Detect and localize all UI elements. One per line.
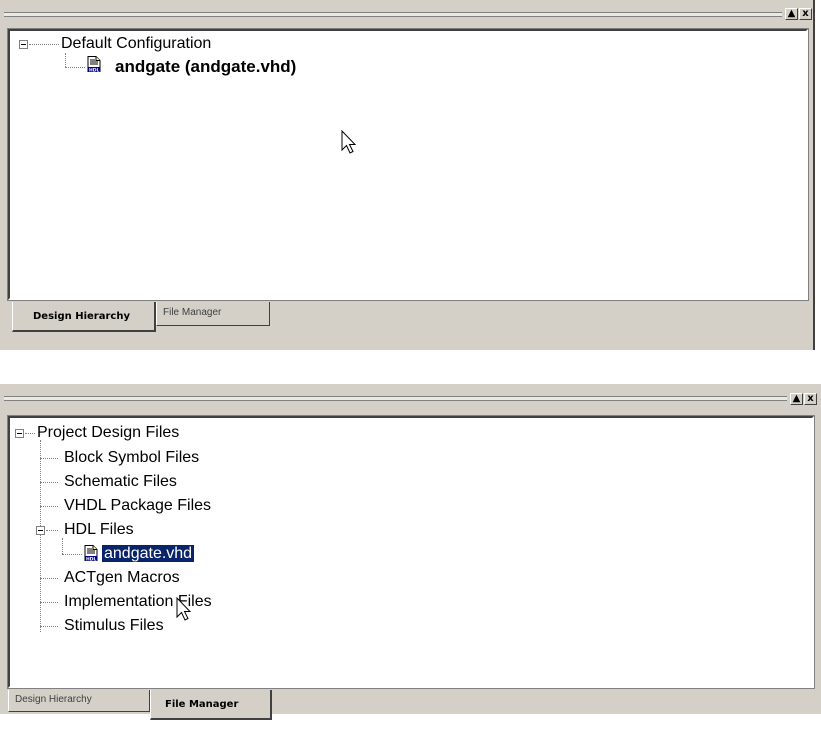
tab-design-hierarchy[interactable]: Design Hierarchy [12,302,156,332]
tree-root-project-design-files[interactable]: Project Design Files [37,424,179,442]
close-button[interactable]: x [799,8,812,20]
mouse-cursor [341,130,357,154]
file-manager-panel: ▲ x Project Design Files Block Symbol Fi… [0,384,821,720]
collapse-toggle[interactable] [36,526,45,535]
tree-item-andgate-vhd[interactable]: andgate.vhd [100,544,196,563]
svg-text:HDL: HDL [86,556,97,561]
hierarchy-tree-view[interactable]: Default Configuration HDL andgate (andga… [7,28,809,301]
tab-file-manager[interactable]: File Manager [156,302,270,326]
svg-text:HDL: HDL [89,67,100,72]
collapse-toggle[interactable] [19,40,28,49]
tab-design-hierarchy[interactable]: Design Hierarchy [8,690,150,712]
panel-gripper[interactable] [4,396,787,401]
restore-button[interactable]: ▲ [785,8,798,20]
tree-item-actgen-macros[interactable]: ACTgen Macros [64,569,180,587]
selected-item-label: andgate.vhd [100,544,196,563]
hdl-file-icon: HDL [84,545,98,561]
tree-item-vhdl-package-files[interactable]: VHDL Package Files [64,497,211,515]
hdl-file-icon: HDL [87,56,101,72]
mouse-cursor [176,597,192,621]
close-button[interactable]: x [804,393,817,405]
tab-file-manager[interactable]: File Manager [150,690,272,720]
restore-button[interactable]: ▲ [790,393,803,405]
tree-item-andgate[interactable]: andgate (andgate.vhd) [115,58,296,76]
file-tree-view[interactable]: Project Design Files Block Symbol Files … [7,415,815,689]
collapse-toggle[interactable] [15,429,24,438]
tree-item-block-symbol-files[interactable]: Block Symbol Files [64,449,199,467]
tree-item-stimulus-files[interactable]: Stimulus Files [64,617,164,635]
tree-item-schematic-files[interactable]: Schematic Files [64,473,177,491]
design-hierarchy-panel: ▲ x Default Configuration HDL andgate (a… [0,0,815,350]
panel-gripper[interactable] [4,12,782,17]
tree-root-default-configuration[interactable]: Default Configuration [61,35,211,53]
tree-item-hdl-files[interactable]: HDL Files [64,521,134,539]
